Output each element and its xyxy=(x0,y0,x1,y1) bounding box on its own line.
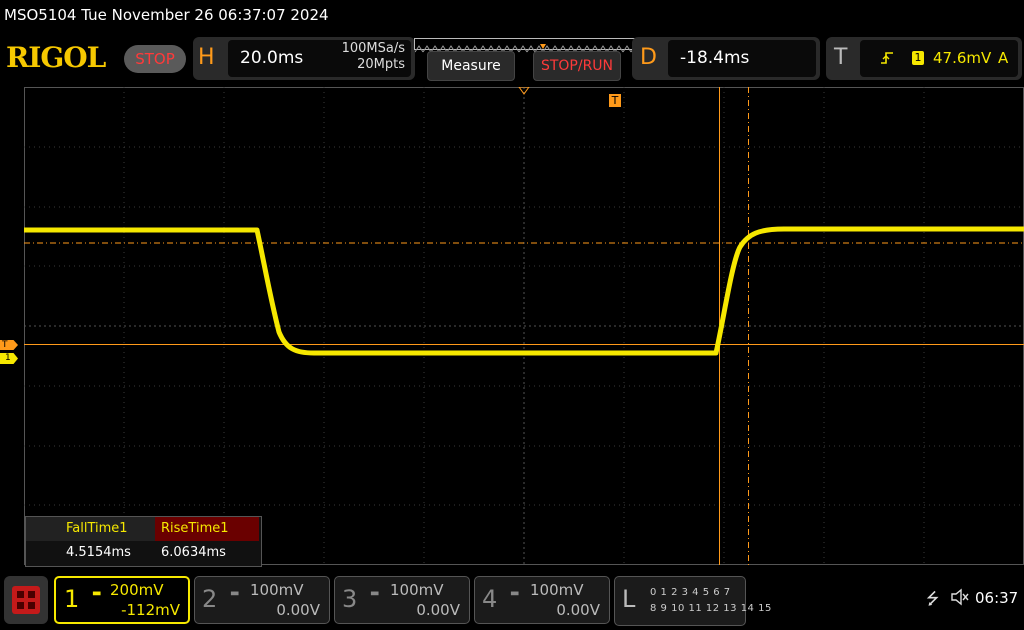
acquisition-info: 100MSa/s 20Mpts xyxy=(310,41,405,73)
speaker-muted-icon[interactable] xyxy=(950,588,970,610)
channel2-scale: 100mV xyxy=(250,581,304,599)
dc-coupling-icon: ▬ xyxy=(92,588,102,599)
waveform-display[interactable]: T xyxy=(24,87,1024,565)
sample-rate: 100MSa/s xyxy=(341,41,405,56)
channel4-scale: 100mV xyxy=(530,581,584,599)
trigger-label: T xyxy=(834,45,848,70)
main-menu-button[interactable] xyxy=(4,576,48,624)
usb-icon[interactable]: ⭍ xyxy=(926,588,939,615)
fall-time-value: 4.5154ms xyxy=(66,545,131,560)
channel3-scale: 100mV xyxy=(390,581,444,599)
title-bar: MSO5104 Tue November 26 06:37:07 2024 xyxy=(0,0,1024,34)
memory-depth: 20Mpts xyxy=(357,57,405,72)
fall-time-label: FallTime1 xyxy=(26,517,155,541)
trigger-level: 47.6mV xyxy=(933,49,992,67)
horizontal-label: H xyxy=(198,45,215,70)
stop-run-button[interactable]: STOP/RUN xyxy=(533,51,621,81)
channel1-offset-marker[interactable]: 1 xyxy=(0,353,18,364)
rise-time-label: RiseTime1 xyxy=(155,517,259,541)
trigger-source-badge: 1 xyxy=(912,51,924,65)
trigger-level-marker[interactable]: T xyxy=(0,340,18,350)
channel1-scale: 200mV xyxy=(110,581,164,599)
memory-overview-strip[interactable] xyxy=(414,38,636,54)
rise-time-value: 6.0634ms xyxy=(161,545,226,560)
logic-channels-row1: 0 1 2 3 4 5 6 7 xyxy=(650,587,731,598)
dc-coupling-icon: ▬ xyxy=(230,588,240,599)
channel4-offset: 0.00V xyxy=(556,601,600,619)
svg-text:T: T xyxy=(611,94,619,107)
trigger-mode: A xyxy=(998,49,1009,67)
channel2-offset: 0.00V xyxy=(276,601,320,619)
grid-menu-icon xyxy=(12,586,40,614)
clock: 06:37 xyxy=(975,589,1019,607)
trigger-time-marker: T xyxy=(609,94,621,107)
rising-edge-icon xyxy=(880,40,894,77)
logic-channels-row2: 8 9 10 11 12 13 14 15 xyxy=(650,603,772,614)
channel2-number: 2 xyxy=(202,585,218,613)
channel3-offset: 0.00V xyxy=(416,601,460,619)
logic-label: L xyxy=(622,585,636,613)
dc-coupling-icon: ▬ xyxy=(510,588,520,599)
channel1-number: 1 xyxy=(64,585,80,613)
delay-value: -18.4ms xyxy=(680,48,750,68)
channel1-offset: -112mV xyxy=(121,601,180,619)
dc-coupling-icon: ▬ xyxy=(370,588,380,599)
measure-button[interactable]: Measure xyxy=(427,51,515,81)
timebase-value: 20.0ms xyxy=(240,48,304,68)
channel4-number: 4 xyxy=(482,585,498,613)
rigol-logo: RIGOL xyxy=(6,41,106,74)
run-status-badge[interactable]: STOP xyxy=(124,45,186,73)
delay-label: D xyxy=(640,45,657,70)
channel3-number: 3 xyxy=(342,585,358,613)
